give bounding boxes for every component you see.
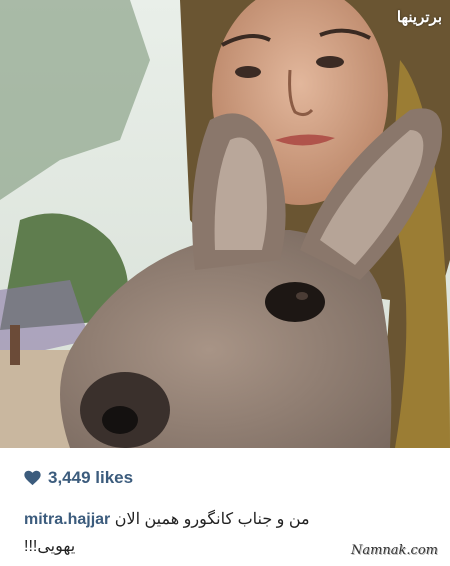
post-photo[interactable]: برترینها <box>0 0 450 448</box>
caption-text-line1: من و جناب کانگورو همین الان <box>114 511 310 528</box>
photo-icon <box>0 0 450 448</box>
username-link[interactable]: mitra.hajjar <box>24 511 110 528</box>
heart-icon[interactable] <box>24 470 41 486</box>
site-watermark: Namnak.com <box>350 543 438 558</box>
top-watermark: برترینها <box>396 8 442 26</box>
likes-count: 3,449 likes <box>48 468 134 487</box>
likes-row[interactable]: 3,449 likes <box>24 468 133 488</box>
post-meta: 3,449 likes mitra.hajjar من و جناب کانگو… <box>0 448 450 566</box>
